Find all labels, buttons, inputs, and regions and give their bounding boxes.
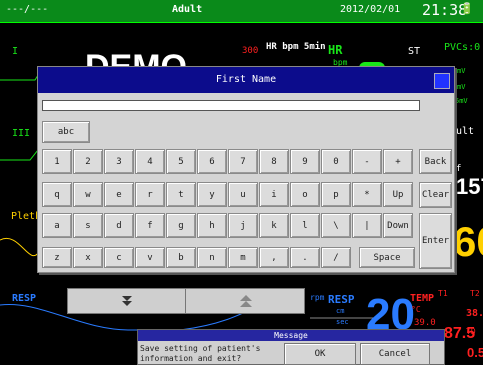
key-row1-6[interactable]: 7 xyxy=(228,149,258,174)
key-row4-4[interactable]: b xyxy=(166,247,196,268)
key-row3-3[interactable]: f xyxy=(135,213,165,238)
pvcs-count: PVCs:0 xyxy=(444,42,481,53)
t2-label: T2 xyxy=(470,289,480,298)
ok-button[interactable]: OK xyxy=(284,343,356,365)
key-row3-5[interactable]: h xyxy=(197,213,227,238)
back-key[interactable]: Back xyxy=(419,149,452,174)
key-row2-11[interactable]: Up xyxy=(383,182,413,207)
key-row4-5[interactable]: n xyxy=(197,247,227,268)
dialog-title: First Name xyxy=(38,67,454,93)
t1-label: T1 xyxy=(438,289,448,298)
scroll-down-button[interactable] xyxy=(68,289,186,313)
key-row2-6[interactable]: u xyxy=(228,182,258,207)
key-row4-3[interactable]: v xyxy=(135,247,165,268)
save-message-dialog: Message Save setting of patient's inform… xyxy=(137,329,445,365)
key-row3-8[interactable]: l xyxy=(290,213,320,238)
up-triangle-icon xyxy=(240,295,252,307)
st-mv-1: mV xyxy=(457,67,466,75)
resp-value: 20 xyxy=(366,290,415,329)
rate-scale-label: 300 xyxy=(242,46,259,56)
key-row4-1[interactable]: x xyxy=(73,247,103,268)
key-row4-0[interactable]: z xyxy=(42,247,72,268)
key-row3-2[interactable]: d xyxy=(104,213,134,238)
abc-mode-key[interactable]: abc xyxy=(42,121,90,143)
key-row3-0[interactable]: a xyxy=(42,213,72,238)
lead-iii-label: III xyxy=(12,128,31,139)
key-row3-11[interactable]: Down xyxy=(383,213,413,238)
hr-label: HR xyxy=(328,43,343,57)
close-button[interactable] xyxy=(434,73,450,89)
pleth-waveform xyxy=(0,237,41,257)
key-row1-10[interactable]: - xyxy=(352,149,382,174)
key-row3-10[interactable]: | xyxy=(352,213,382,238)
key-row4-2[interactable]: c xyxy=(104,247,134,268)
message-line-1: Save setting of patient's xyxy=(140,344,261,353)
st-label: ST xyxy=(408,46,421,57)
st-mv-2: mV xyxy=(457,83,466,91)
lead-i-label: I xyxy=(12,46,19,57)
message-line-2: information and exit? xyxy=(140,354,242,363)
spo2-big-value: 60 xyxy=(453,218,483,265)
st-mv-3: 5mV xyxy=(455,97,468,105)
key-row3-1[interactable]: s xyxy=(73,213,103,238)
hr-trend-header: HR bpm 5min xyxy=(266,42,326,52)
enter-key[interactable]: Enter xyxy=(419,213,452,269)
clear-key[interactable]: Clear xyxy=(419,182,452,208)
space-key[interactable]: Space xyxy=(359,247,415,268)
key-row2-5[interactable]: y xyxy=(197,182,227,207)
temp-t1-value: 39.0 xyxy=(414,318,436,328)
resp-unit: cm xyxy=(336,307,345,315)
key-row1-7[interactable]: 8 xyxy=(259,149,289,174)
key-row2-0[interactable]: q xyxy=(42,182,72,207)
right-ult-label: ult xyxy=(456,126,475,137)
resp-label-2: RESP xyxy=(328,293,355,306)
key-row1-4[interactable]: 5 xyxy=(166,149,196,174)
key-row2-10[interactable]: * xyxy=(352,182,382,207)
scroll-up-button[interactable] xyxy=(187,289,305,313)
key-row2-2[interactable]: e xyxy=(104,182,134,207)
key-row4-8[interactable]: . xyxy=(290,247,320,268)
key-row4-6[interactable]: m xyxy=(228,247,258,268)
first-name-keyboard-dialog: First Name abc 1 2 3 4 5 6 7 8 9 0- + q w e r t y u i o p * Up… xyxy=(37,66,455,273)
key-row2-9[interactable]: p xyxy=(321,182,351,207)
key-row2-1[interactable]: w xyxy=(73,182,103,207)
td-label: TD xyxy=(466,327,476,336)
key-row1-3[interactable]: 4 xyxy=(135,149,165,174)
td-value: 0.5 xyxy=(467,345,483,360)
key-row2-8[interactable]: o xyxy=(290,182,320,207)
key-row4-9[interactable]: / xyxy=(321,247,351,268)
key-row3-9[interactable]: \ xyxy=(321,213,351,238)
resp-sec: sec xyxy=(336,318,349,326)
temp-unit: °C xyxy=(411,305,421,314)
resp-rpm-label: rpm xyxy=(310,293,325,302)
key-row1-0[interactable]: 1 xyxy=(42,149,72,174)
key-row1-2[interactable]: 3 xyxy=(104,149,134,174)
resp-label: RESP xyxy=(12,293,37,304)
key-row3-6[interactable]: j xyxy=(228,213,258,238)
message-text: Save setting of patient's information an… xyxy=(140,344,280,364)
message-title: Message xyxy=(138,330,444,341)
temp-t2-value: 38.0 xyxy=(466,308,483,319)
key-row1-1[interactable]: 2 xyxy=(73,149,103,174)
key-row2-7[interactable]: i xyxy=(259,182,289,207)
key-row2-4[interactable]: t xyxy=(166,182,196,207)
key-row1-11[interactable]: + xyxy=(383,149,413,174)
key-row1-8[interactable]: 9 xyxy=(290,149,320,174)
key-row1-9[interactable]: 0 xyxy=(321,149,351,174)
temp-label: TEMP xyxy=(410,293,435,304)
first-name-input[interactable] xyxy=(42,100,420,111)
double-chevron-down-icon xyxy=(121,296,132,306)
page-scroll-bar xyxy=(67,288,305,314)
key-row2-3[interactable]: r xyxy=(135,182,165,207)
key-row4-7[interactable]: , xyxy=(259,247,289,268)
key-row3-4[interactable]: g xyxy=(166,213,196,238)
key-row3-7[interactable]: k xyxy=(259,213,289,238)
right-157-value: 157 xyxy=(456,174,483,199)
right-f-label: f xyxy=(456,164,462,174)
key-row1-5[interactable]: 6 xyxy=(197,149,227,174)
demo-watermark: DEMO xyxy=(85,48,187,66)
cancel-button[interactable]: Cancel xyxy=(360,343,430,365)
